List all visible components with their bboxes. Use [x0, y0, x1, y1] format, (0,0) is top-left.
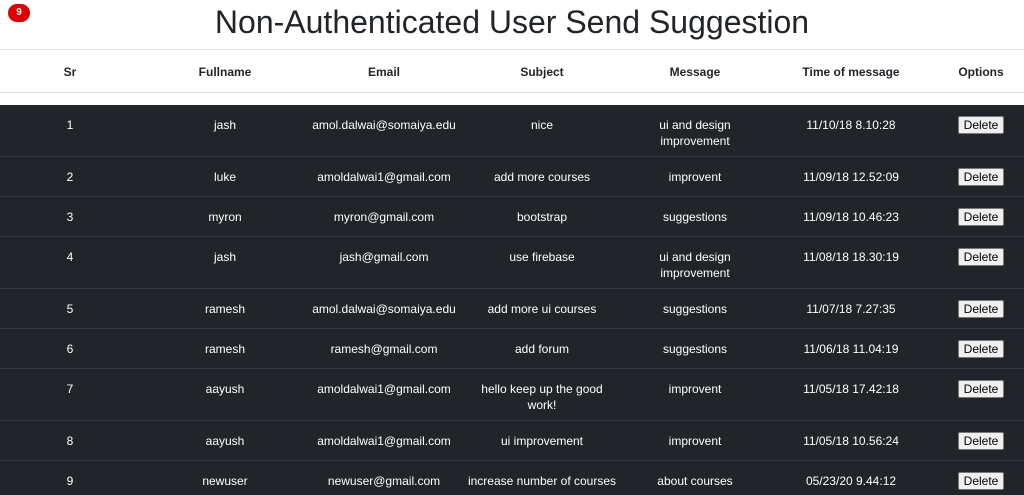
table-row: 2 luke amoldalwai1@gmail.com add more co…: [0, 157, 1024, 197]
table-row: 7 aayush amoldalwai1@gmail.com hello kee…: [0, 369, 1024, 421]
cell-sr: 1: [66, 118, 74, 132]
cell-sr: 2: [66, 170, 74, 184]
cell-options: Delete: [936, 340, 1024, 358]
cell-time: 11/05/18 10.56:24: [803, 434, 899, 448]
header-subject: Subject: [520, 65, 564, 79]
cell-email: myron@gmail.com: [333, 210, 435, 224]
table-row: 4 jash jash@gmail.com use firebase ui an…: [0, 237, 1024, 289]
cell-sr: 5: [66, 302, 74, 316]
cell-subject: hello keep up the good work!: [481, 382, 603, 412]
header-email: Email: [367, 65, 400, 79]
table-row: 6 ramesh ramesh@gmail.com add forum sugg…: [0, 329, 1024, 369]
table-body: 1 jash amol.dalwai@somaiya.edu nice ui a…: [0, 105, 1024, 495]
page: 9 Non-Authenticated User Send Suggestion…: [0, 0, 1024, 495]
cell-email: ramesh@gmail.com: [330, 342, 438, 356]
cell-email: amoldalwai1@gmail.com: [317, 170, 451, 184]
delete-button[interactable]: Delete: [957, 472, 1005, 490]
cell-time: 11/09/18 12.52:09: [803, 170, 899, 184]
cell-subject: nice: [530, 118, 553, 132]
cell-email: jash@gmail.com: [339, 250, 429, 264]
table-row: 9 newuser newuser@gmail.com increase num…: [0, 461, 1024, 495]
cell-fullname: luke: [213, 170, 236, 184]
cell-time: 05/23/20 9.44:12: [805, 474, 897, 488]
cell-message: improvent: [668, 434, 722, 448]
cell-email: amol.dalwai@somaiya.edu: [312, 118, 456, 132]
cell-email: amoldalwai1@gmail.com: [317, 382, 451, 396]
cell-message: suggestions: [662, 302, 728, 316]
page-title: Non-Authenticated User Send Suggestion: [214, 4, 810, 40]
cell-fullname: aayush: [205, 382, 245, 396]
cell-sr: 9: [66, 474, 74, 488]
cell-sr: 8: [66, 434, 74, 448]
cell-subject: bootstrap: [516, 210, 568, 224]
cell-options: Delete: [936, 116, 1024, 134]
cell-message: suggestions: [662, 342, 728, 356]
cell-sr: 3: [66, 210, 74, 224]
cell-message: ui and design improvement: [659, 250, 731, 280]
cell-time: 11/10/18 8.10:28: [806, 118, 896, 132]
cell-options: Delete: [936, 472, 1024, 490]
header-options: Options: [958, 65, 1004, 79]
cell-options: Delete: [936, 380, 1024, 398]
cell-fullname: ramesh: [204, 302, 245, 316]
cell-sr: 7: [66, 382, 74, 396]
cell-message: improvent: [668, 170, 722, 184]
cell-message: improvent: [668, 382, 722, 396]
cell-time: 11/09/18 10.46:23: [803, 210, 899, 224]
cell-email: newuser@gmail.com: [327, 474, 441, 488]
header-sr: Sr: [63, 65, 77, 79]
cell-sr: 4: [66, 250, 74, 264]
delete-button[interactable]: Delete: [957, 432, 1005, 450]
delete-button[interactable]: Delete: [957, 116, 1005, 134]
header-time: Time of message: [802, 65, 900, 79]
cell-subject: add forum: [514, 342, 570, 356]
delete-button[interactable]: Delete: [957, 300, 1005, 318]
cell-options: Delete: [936, 208, 1024, 226]
table-row: 8 aayush amoldalwai1@gmail.com ui improv…: [0, 421, 1024, 461]
cell-fullname: newuser: [202, 474, 248, 488]
header-fullname: Fullname: [198, 65, 252, 79]
cell-time: 11/07/18 7.27:35: [806, 302, 896, 316]
header-message: Message: [669, 65, 721, 79]
table-row: 5 ramesh amol.dalwai@somaiya.edu add mor…: [0, 289, 1024, 329]
cell-subject: increase number of courses: [467, 474, 617, 488]
cell-email: amol.dalwai@somaiya.edu: [312, 302, 456, 316]
delete-button[interactable]: Delete: [957, 340, 1005, 358]
cell-options: Delete: [936, 168, 1024, 186]
cell-message: ui and design improvement: [659, 118, 731, 148]
cell-subject: ui improvement: [500, 434, 584, 448]
cell-message: suggestions: [662, 210, 728, 224]
table-row: 3 myron myron@gmail.com bootstrap sugges…: [0, 197, 1024, 237]
cell-message: about courses: [657, 474, 733, 488]
delete-button[interactable]: Delete: [957, 380, 1005, 398]
cell-options: Delete: [936, 248, 1024, 266]
cell-time: 11/06/18 11.04:19: [803, 342, 899, 356]
cell-fullname: ramesh: [204, 342, 245, 356]
cell-subject: add more courses: [493, 170, 591, 184]
cell-email: amoldalwai1@gmail.com: [317, 434, 451, 448]
cell-options: Delete: [936, 300, 1024, 318]
cell-options: Delete: [936, 432, 1024, 450]
cell-subject: use firebase: [509, 250, 575, 264]
delete-button[interactable]: Delete: [957, 168, 1005, 186]
cell-time: 11/05/18 17.42:18: [803, 382, 899, 396]
cell-sr: 6: [66, 342, 74, 356]
cell-fullname: myron: [208, 210, 242, 224]
delete-button[interactable]: Delete: [957, 208, 1005, 226]
cell-fullname: aayush: [205, 434, 245, 448]
cell-time: 11/08/18 18.30:19: [803, 250, 899, 264]
cell-fullname: jash: [213, 118, 236, 132]
cell-subject: add more ui courses: [487, 302, 597, 316]
cell-fullname: jash: [213, 250, 236, 264]
delete-button[interactable]: Delete: [957, 248, 1005, 266]
table-header: Sr Fullname Email Subject Message Time o…: [0, 49, 1024, 93]
table-row: 1 jash amol.dalwai@somaiya.edu nice ui a…: [0, 105, 1024, 157]
